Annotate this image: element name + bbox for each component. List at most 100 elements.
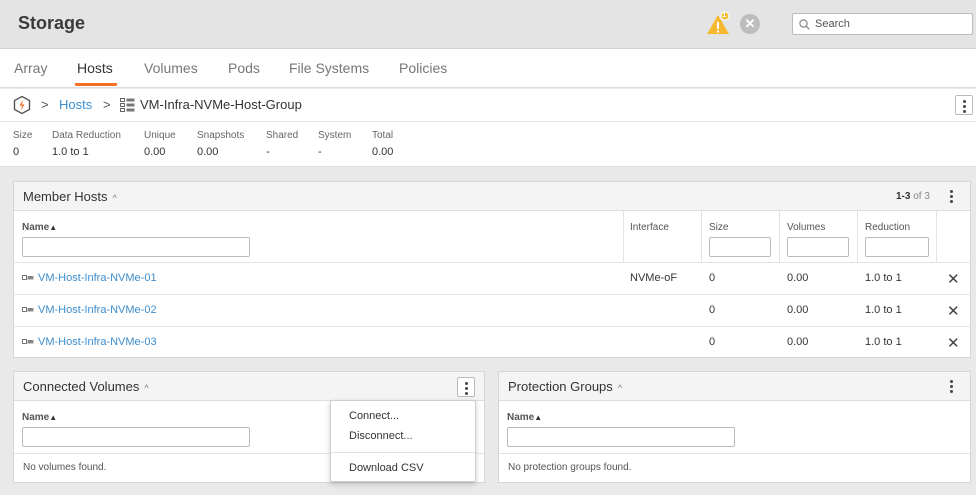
col-size-header[interactable]: Size [709,222,728,233]
volume-name-filter-input[interactable] [22,427,250,447]
search-box[interactable] [792,13,973,35]
breadcrumb-current: VM-Infra-NVMe-Host-Group [140,97,302,112]
volumes-actions-menu: Connect... Disconnect... Download CSV [330,400,476,482]
protection-groups-header: Protection Groups ^ [499,372,970,401]
purity-logo-icon[interactable] [12,95,32,115]
divider [14,294,970,295]
breadcrumb-separator: > [41,97,49,112]
remove-host-icon[interactable]: ✕ [947,304,960,319]
tab-file-systems[interactable]: File Systems [289,60,369,76]
search-icon [799,19,810,30]
tab-volumes[interactable]: Volumes [144,60,198,76]
member-hosts-title[interactable]: Member Hosts ^ [23,189,117,204]
connected-volumes-kebab-icon[interactable] [457,377,475,397]
tab-policies[interactable]: Policies [399,60,447,76]
page-title: Storage [18,13,86,33]
divider [499,453,970,454]
member-hosts-panel: Member Hosts ^ 1-3 of 3 Name▲ Interface S… [13,181,971,358]
col-name-header[interactable]: Name▲ [22,222,57,233]
col-name-header[interactable]: Name▲ [507,412,542,423]
col-name-label: Name [507,412,535,423]
close-circle-icon[interactable]: ✕ [740,14,760,34]
col-reduction-header[interactable]: Reduction [865,222,910,233]
host-size: 0 [709,272,716,284]
pagination-range: 1-3 [896,191,911,202]
name-filter-input[interactable] [22,237,250,257]
stat-unique-label: Unique [144,130,176,141]
top-bar: Storage 1 ✕ [0,0,976,49]
host-group-icon [120,98,135,112]
empty-message: No volumes found. [23,462,107,473]
remove-host-icon[interactable]: ✕ [947,272,960,287]
collapse-caret-icon: ^ [617,383,623,393]
protection-groups-title-text: Protection Groups [508,379,613,394]
tab-hosts[interactable]: Hosts [77,60,113,76]
host-link[interactable]: VM-Host-Infra-NVMe-02 [22,304,157,316]
col-interface-header[interactable]: Interface [630,222,669,233]
member-hosts-header: Member Hosts ^ 1-3 of 3 [14,182,970,211]
menu-divider [331,452,475,453]
col-volumes-header[interactable]: Volumes [787,222,825,233]
warning-icon[interactable]: 1 [706,10,730,36]
tab-bar: Array Hosts Volumes Pods File Systems Po… [0,49,976,88]
pagination-total: of 3 [913,191,930,202]
sort-asc-icon: ▲ [534,413,543,422]
stat-shared-label: Shared [266,130,299,141]
menu-item-connect[interactable]: Connect... [349,410,399,422]
search-input[interactable] [815,16,965,32]
connected-volumes-header: Connected Volumes ^ [14,372,484,401]
menu-item-disconnect[interactable]: Disconnect... [349,430,413,442]
protection-groups-panel: Protection Groups ^ Name▲ No protection g… [498,371,971,483]
protection-groups-kebab-icon[interactable] [947,379,957,395]
host-icon [22,275,34,281]
stat-data-reduction-label: Data Reduction [52,130,121,141]
host-reduction: 1.0 to 1 [865,272,902,284]
connected-volumes-title-text: Connected Volumes [23,379,140,394]
reduction-filter-input[interactable] [865,237,929,257]
stat-total-value: 0.00 [372,146,394,158]
host-reduction: 1.0 to 1 [865,304,902,316]
host-name: VM-Host-Infra-NVMe-03 [38,336,157,348]
stat-total-label: Total [372,130,394,141]
tab-pods[interactable]: Pods [228,60,260,76]
pgroup-name-filter-input[interactable] [507,427,735,447]
host-size: 0 [709,336,716,348]
stat-snapshots-label: Snapshots [197,130,245,141]
breadcrumb-hosts-link[interactable]: Hosts [59,97,92,112]
host-volumes: 0.00 [787,304,809,316]
divider [623,211,624,262]
stat-size-value: 0 [13,146,20,158]
remove-host-icon[interactable]: ✕ [947,336,960,351]
menu-item-download-csv[interactable]: Download CSV [349,462,424,474]
connected-volumes-title[interactable]: Connected Volumes ^ [23,379,149,394]
host-icon [22,339,34,345]
member-hosts-kebab-icon[interactable] [947,189,957,205]
collapse-caret-icon: ^ [144,383,149,393]
tab-array[interactable]: Array [14,60,47,76]
stat-unique-value: 0.00 [144,146,166,158]
host-name: VM-Host-Infra-NVMe-02 [38,304,157,316]
volumes-filter-input[interactable] [787,237,849,257]
col-name-header[interactable]: Name▲ [22,412,57,423]
host-link[interactable]: VM-Host-Infra-NVMe-03 [22,336,157,348]
divider [936,211,937,262]
host-link[interactable]: VM-Host-Infra-NVMe-01 [22,272,157,284]
empty-message: No protection groups found. [508,462,632,473]
host-interface: NVMe-oF [630,272,678,284]
page-actions-kebab-icon[interactable] [955,95,973,115]
col-name-label: Name [22,222,50,233]
protection-groups-title[interactable]: Protection Groups ^ [508,379,622,394]
host-icon [22,307,34,313]
stat-data-reduction-value: 1.0 to 1 [52,146,89,158]
breadcrumb: > Hosts > VM-Infra-NVMe-Host-Group [0,89,976,122]
stat-snapshots-value: 0.00 [197,146,219,158]
host-volumes: 0.00 [787,272,809,284]
size-filter-input[interactable] [709,237,771,257]
col-name-label: Name [22,412,50,423]
divider [857,211,858,262]
host-reduction: 1.0 to 1 [865,336,902,348]
breadcrumb-separator: > [103,97,111,112]
host-size: 0 [709,304,716,316]
alert-count: 1 [722,10,727,19]
host-volumes: 0.00 [787,336,809,348]
